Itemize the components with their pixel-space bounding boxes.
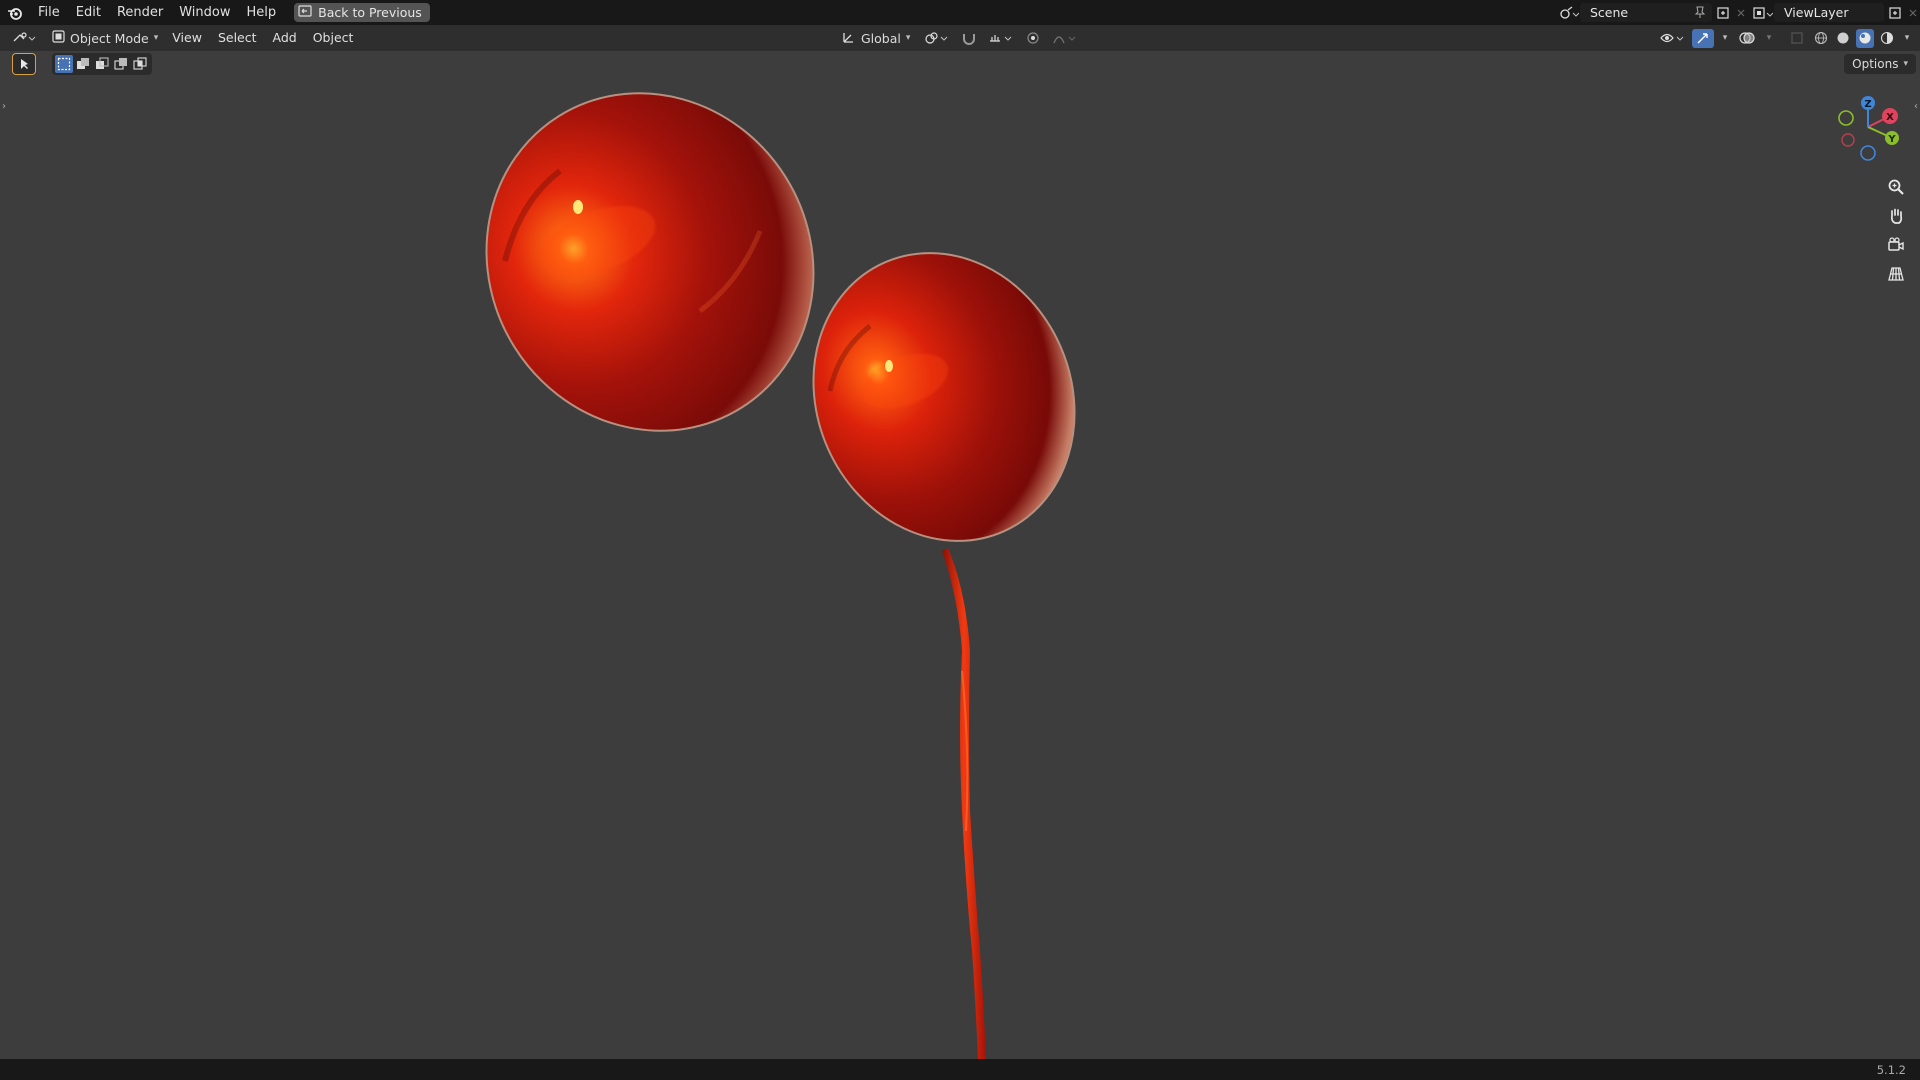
- zoom-icon[interactable]: [1882, 173, 1910, 201]
- menu-render[interactable]: Render: [109, 0, 171, 25]
- gizmo-neg-y-icon[interactable]: [1838, 110, 1854, 126]
- back-to-previous-label: Back to Previous: [318, 5, 422, 20]
- scene-selector-icon[interactable]: [1558, 3, 1580, 22]
- proportional-editing-icon[interactable]: [1022, 29, 1044, 48]
- scene-name-field[interactable]: Scene: [1580, 3, 1712, 22]
- menu-edit[interactable]: Edit: [68, 0, 109, 25]
- menu-window[interactable]: Window: [171, 0, 238, 25]
- balloon-ribbon[interactable]: [942, 548, 986, 1059]
- back-to-previous-icon: [298, 5, 312, 20]
- xray-toggle-icon[interactable]: [1786, 29, 1808, 48]
- selection-mode-group: [52, 53, 152, 75]
- scene-name: Scene: [1590, 5, 1629, 20]
- chevron-down-icon: ▾: [905, 33, 911, 43]
- gizmo-neg-z-icon[interactable]: [1860, 145, 1876, 161]
- version-label: 5.1.2: [1876, 1062, 1906, 1077]
- options-label: Options: [1852, 57, 1899, 71]
- navigation-gizmo[interactable]: X Y Z: [1830, 89, 1906, 165]
- toolbar-expand-icon[interactable]: ›: [2, 101, 6, 112]
- pan-hand-icon[interactable]: [1882, 202, 1910, 230]
- 3d-viewport[interactable]: Options ▾ › ‹ X Y Z: [0, 51, 1920, 1059]
- select-extend-icon[interactable]: [74, 55, 92, 73]
- gizmo-y-label: Y: [1887, 134, 1896, 145]
- shading-wireframe-icon[interactable]: [1812, 29, 1830, 48]
- gizmo-toggle-icon[interactable]: [1692, 28, 1714, 48]
- header-menu-object[interactable]: Object: [305, 25, 362, 51]
- shading-options-icon[interactable]: ▾: [1900, 29, 1914, 48]
- gizmo-z-label: Z: [1864, 99, 1871, 110]
- sidebar-expand-icon[interactable]: ‹: [1914, 101, 1918, 112]
- select-intersect-icon[interactable]: [131, 55, 149, 73]
- shading-rendered-icon[interactable]: [1878, 29, 1896, 48]
- pivot-point-icon[interactable]: [922, 29, 952, 48]
- transform-orientation-dropdown[interactable]: Global ▾: [836, 28, 917, 48]
- gizmo-neg-x-icon[interactable]: [1841, 133, 1855, 147]
- menu-help[interactable]: Help: [239, 0, 285, 25]
- gizmo-x-label: X: [1886, 112, 1894, 123]
- menu-file[interactable]: File: [30, 0, 68, 25]
- shading-solid-icon[interactable]: [1834, 29, 1852, 48]
- view-layer-selector-icon[interactable]: [1752, 3, 1774, 22]
- proportional-falloff-icon[interactable]: [1050, 29, 1080, 48]
- back-to-previous-button[interactable]: Back to Previous: [294, 3, 430, 22]
- viewport-header: Object Mode ▾ View Select Add Object Glo…: [0, 25, 1920, 51]
- balloon-right[interactable]: [768, 211, 1120, 583]
- new-view-layer-icon[interactable]: [1884, 3, 1906, 22]
- select-mode-toolbar: [12, 53, 152, 75]
- object-mode-label: Object Mode: [70, 30, 149, 46]
- topbar-right-controls: Scene ViewLayer: [1558, 0, 1920, 25]
- header-menu-add[interactable]: Add: [265, 25, 305, 51]
- select-invert-icon[interactable]: [112, 55, 130, 73]
- editor-type-icon[interactable]: [8, 29, 42, 48]
- perspective-grid-icon[interactable]: [1882, 260, 1910, 288]
- object-mode-icon: [52, 30, 65, 46]
- snap-target-icon[interactable]: [986, 29, 1016, 48]
- gizmo-options-icon[interactable]: ▾: [1718, 29, 1732, 48]
- top-menu-bar: File Edit Render Window Help Back to Pre…: [0, 0, 1920, 25]
- visibility-eye-icon[interactable]: [1658, 29, 1688, 48]
- object-mode-dropdown[interactable]: Object Mode ▾: [46, 28, 165, 48]
- status-bar: 5.1.2: [0, 1059, 1920, 1080]
- new-scene-icon[interactable]: [1712, 3, 1734, 22]
- select-new-icon[interactable]: [55, 55, 73, 73]
- pin-icon[interactable]: [1694, 5, 1706, 22]
- chevron-down-icon: ▾: [1903, 59, 1908, 69]
- shading-material-icon[interactable]: [1856, 28, 1874, 48]
- view-layer-field[interactable]: ViewLayer: [1774, 3, 1884, 22]
- blender-logo-icon[interactable]: [0, 0, 30, 25]
- transform-orientation-label: Global: [861, 30, 901, 46]
- chevron-down-icon: ▾: [153, 33, 159, 43]
- balloon-left[interactable]: [423, 51, 877, 493]
- header-menu-view[interactable]: View: [164, 25, 210, 51]
- select-subtract-icon[interactable]: [93, 55, 111, 73]
- delete-view-layer-icon[interactable]: [1906, 3, 1920, 22]
- snap-toggle-icon[interactable]: [958, 29, 980, 48]
- options-dropdown[interactable]: Options ▾: [1844, 54, 1916, 74]
- view-layer-name: ViewLayer: [1784, 5, 1849, 20]
- transform-orientation-icon: [842, 30, 856, 47]
- header-right-tools: ▾ ▾ ▾: [1658, 25, 1914, 51]
- camera-view-icon[interactable]: [1882, 231, 1910, 259]
- header-center-tools: Global ▾: [836, 25, 1080, 51]
- overlays-options-icon[interactable]: ▾: [1762, 29, 1776, 48]
- overlays-toggle-icon[interactable]: [1736, 29, 1758, 48]
- select-tool-button[interactable]: [12, 53, 36, 75]
- scene-render[interactable]: [0, 51, 1920, 1059]
- delete-scene-icon[interactable]: [1734, 3, 1748, 22]
- header-menu-select[interactable]: Select: [210, 25, 265, 51]
